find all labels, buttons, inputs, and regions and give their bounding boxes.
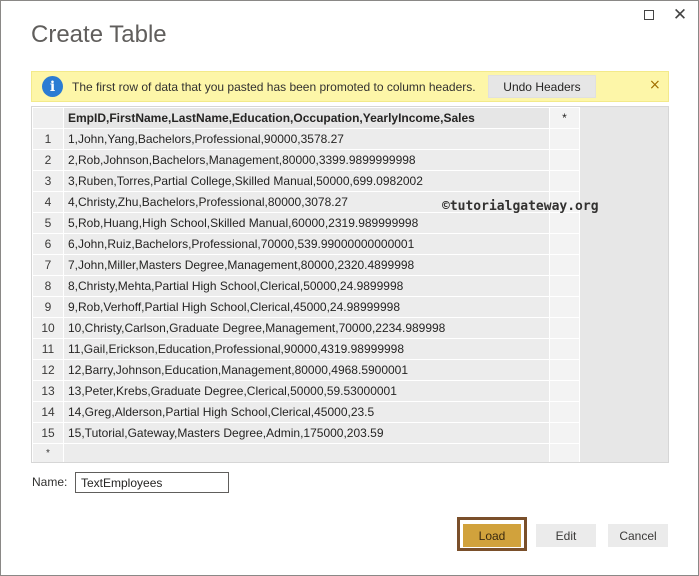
maximize-box bbox=[644, 10, 654, 20]
undo-headers-button[interactable]: Undo Headers bbox=[488, 75, 596, 98]
header-row: EmpID,FirstName,LastName,Education,Occup… bbox=[32, 107, 580, 129]
empty-cell[interactable] bbox=[549, 422, 580, 444]
maximize-icon[interactable] bbox=[637, 5, 661, 25]
column-header[interactable]: EmpID,FirstName,LastName,Education,Occup… bbox=[63, 107, 550, 129]
data-cell[interactable]: 6,John,Ruiz,Bachelors,Professional,70000… bbox=[63, 233, 550, 255]
table-row: 7 7,John,Miller,Masters Degree,Management… bbox=[32, 254, 580, 276]
empty-cell[interactable] bbox=[549, 296, 580, 318]
add-column-cell[interactable]: * bbox=[549, 107, 580, 129]
table-row: 5 5,Rob,Huang,High School,Skilled Manual,… bbox=[32, 212, 580, 234]
table-row: 14 14,Greg,Alderson,Partial High School,C… bbox=[32, 401, 580, 423]
row-number: 4 bbox=[32, 191, 64, 213]
data-cell[interactable]: 14,Greg,Alderson,Partial High School,Cle… bbox=[63, 401, 550, 423]
cancel-button[interactable]: Cancel bbox=[608, 524, 668, 547]
watermark: ©tutorialgateway.org bbox=[442, 199, 599, 214]
row-number: 13 bbox=[32, 380, 64, 402]
create-table-dialog: ✕ Create Table i The first row of data t… bbox=[0, 0, 699, 576]
row-number: 6 bbox=[32, 233, 64, 255]
data-cell[interactable]: 10,Christy,Carlson,Graduate Degree,Manag… bbox=[63, 317, 550, 339]
table-row: 6 6,John,Ruiz,Bachelors,Professional,7000… bbox=[32, 233, 580, 255]
data-cell[interactable]: 11,Gail,Erickson,Education,Professional,… bbox=[63, 338, 550, 360]
empty-cell[interactable] bbox=[549, 128, 580, 150]
empty-cell[interactable] bbox=[549, 317, 580, 339]
row-number-header bbox=[32, 107, 64, 129]
data-cell[interactable]: 8,Christy,Mehta,Partial High School,Cler… bbox=[63, 275, 550, 297]
edit-button[interactable]: Edit bbox=[536, 524, 596, 547]
table-row: 2 2,Rob,Johnson,Bachelors,Management,8000… bbox=[32, 149, 580, 171]
empty-cell[interactable] bbox=[549, 338, 580, 360]
row-number: 12 bbox=[32, 359, 64, 381]
data-grid: EmpID,FirstName,LastName,Education,Occup… bbox=[31, 106, 669, 463]
data-cell[interactable]: 12,Barry,Johnson,Education,Management,80… bbox=[63, 359, 550, 381]
info-message: The first row of data that you pasted ha… bbox=[72, 79, 476, 94]
empty-cell[interactable] bbox=[549, 359, 580, 381]
table-row: 1 1,John,Yang,Bachelors,Professional,9000… bbox=[32, 128, 580, 150]
new-row-marker[interactable]: * bbox=[32, 443, 64, 462]
data-cell[interactable]: 1,John,Yang,Bachelors,Professional,90000… bbox=[63, 128, 550, 150]
table-row: 8 8,Christy,Mehta,Partial High School,Cle… bbox=[32, 275, 580, 297]
table-row: 3 3,Ruben,Torres,Partial College,Skilled … bbox=[32, 170, 580, 192]
table-row: 11 11,Gail,Erickson,Education,Professiona… bbox=[32, 338, 580, 360]
empty-cell[interactable] bbox=[549, 170, 580, 192]
info-bar: i The first row of data that you pasted … bbox=[31, 71, 669, 102]
row-number: 14 bbox=[32, 401, 64, 423]
data-cell[interactable]: 2,Rob,Johnson,Bachelors,Management,80000… bbox=[63, 149, 550, 171]
data-cell[interactable]: 5,Rob,Huang,High School,Skilled Manual,6… bbox=[63, 212, 550, 234]
table-name-input[interactable] bbox=[75, 472, 229, 493]
data-cell[interactable]: 7,John,Miller,Masters Degree,Management,… bbox=[63, 254, 550, 276]
data-cell[interactable]: 15,Tutorial,Gateway,Masters Degree,Admin… bbox=[63, 422, 550, 444]
dialog-title: Create Table bbox=[31, 21, 167, 48]
name-label: Name: bbox=[32, 475, 68, 489]
table-row: 12 12,Barry,Johnson,Education,Management,… bbox=[32, 359, 580, 381]
row-number: 9 bbox=[32, 296, 64, 318]
table-row: 15 15,Tutorial,Gateway,Masters Degree,Adm… bbox=[32, 422, 580, 444]
data-cell[interactable]: 13,Peter,Krebs,Graduate Degree,Clerical,… bbox=[63, 380, 550, 402]
row-number: 1 bbox=[32, 128, 64, 150]
table-row: 9 9,Rob,Verhoff,Partial High School,Cleri… bbox=[32, 296, 580, 318]
empty-cell[interactable] bbox=[549, 212, 580, 234]
row-number: 8 bbox=[32, 275, 64, 297]
row-number: 10 bbox=[32, 317, 64, 339]
table-row: 13 13,Peter,Krebs,Graduate Degree,Clerica… bbox=[32, 380, 580, 402]
row-number: 15 bbox=[32, 422, 64, 444]
row-number: 2 bbox=[32, 149, 64, 171]
row-number: 11 bbox=[32, 338, 64, 360]
load-button[interactable]: Load bbox=[463, 524, 521, 547]
empty-cell[interactable] bbox=[549, 275, 580, 297]
new-row: * bbox=[32, 443, 580, 462]
data-table: EmpID,FirstName,LastName,Education,Occup… bbox=[32, 107, 580, 462]
row-number: 3 bbox=[32, 170, 64, 192]
close-icon[interactable]: ✕ bbox=[668, 5, 692, 25]
data-cell[interactable]: 9,Rob,Verhoff,Partial High School,Cleric… bbox=[63, 296, 550, 318]
new-row-empty-cell[interactable] bbox=[549, 443, 580, 462]
info-icon: i bbox=[42, 76, 63, 97]
row-number: 5 bbox=[32, 212, 64, 234]
empty-cell[interactable] bbox=[549, 149, 580, 171]
data-cell[interactable]: 3,Ruben,Torres,Partial College,Skilled M… bbox=[63, 170, 550, 192]
info-close-icon[interactable]: × bbox=[649, 77, 661, 93]
empty-cell[interactable] bbox=[549, 254, 580, 276]
table-row: 10 10,Christy,Carlson,Graduate Degree,Man… bbox=[32, 317, 580, 339]
empty-cell[interactable] bbox=[549, 401, 580, 423]
row-number: 7 bbox=[32, 254, 64, 276]
empty-cell[interactable] bbox=[549, 380, 580, 402]
empty-cell[interactable] bbox=[549, 233, 580, 255]
new-row-cell[interactable] bbox=[63, 443, 550, 462]
